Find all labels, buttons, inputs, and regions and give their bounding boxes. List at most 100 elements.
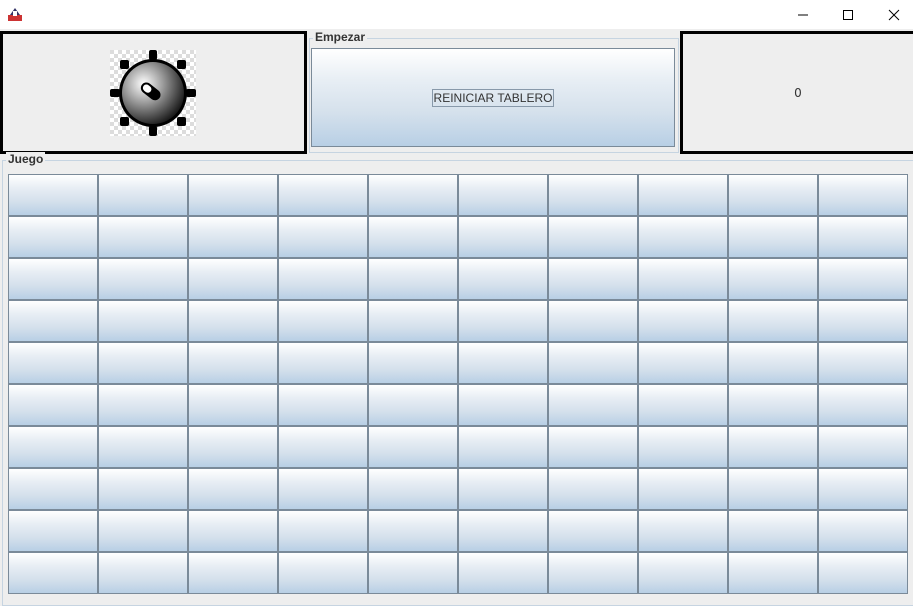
board-cell[interactable]: [188, 342, 278, 384]
board-cell[interactable]: [638, 342, 728, 384]
board-cell[interactable]: [368, 384, 458, 426]
board-cell[interactable]: [728, 384, 818, 426]
board-cell[interactable]: [548, 384, 638, 426]
board-cell[interactable]: [638, 510, 728, 552]
board-cell[interactable]: [98, 468, 188, 510]
reset-board-button[interactable]: REINICIAR TABLERO: [311, 48, 675, 147]
board-cell[interactable]: [188, 384, 278, 426]
board-cell[interactable]: [728, 426, 818, 468]
board-cell[interactable]: [98, 300, 188, 342]
board-cell[interactable]: [188, 300, 278, 342]
board-cell[interactable]: [8, 426, 98, 468]
board-cell[interactable]: [728, 342, 818, 384]
board-cell[interactable]: [638, 216, 728, 258]
board-cell[interactable]: [458, 174, 548, 216]
board-cell[interactable]: [818, 216, 908, 258]
board-cell[interactable]: [458, 426, 548, 468]
board-cell[interactable]: [548, 468, 638, 510]
board-cell[interactable]: [728, 468, 818, 510]
board-cell[interactable]: [8, 216, 98, 258]
board-cell[interactable]: [638, 426, 728, 468]
board-cell[interactable]: [818, 426, 908, 468]
board-cell[interactable]: [638, 384, 728, 426]
board-cell[interactable]: [458, 468, 548, 510]
board-cell[interactable]: [98, 216, 188, 258]
board-cell[interactable]: [458, 300, 548, 342]
board-cell[interactable]: [278, 426, 368, 468]
board-cell[interactable]: [548, 258, 638, 300]
board-cell[interactable]: [188, 552, 278, 594]
board-cell[interactable]: [278, 258, 368, 300]
board-cell[interactable]: [8, 468, 98, 510]
board-cell[interactable]: [458, 510, 548, 552]
board-cell[interactable]: [188, 426, 278, 468]
board-cell[interactable]: [818, 258, 908, 300]
board-cell[interactable]: [98, 510, 188, 552]
board-cell[interactable]: [188, 216, 278, 258]
board-cell[interactable]: [818, 552, 908, 594]
board-cell[interactable]: [278, 216, 368, 258]
board-cell[interactable]: [818, 510, 908, 552]
board-cell[interactable]: [368, 468, 458, 510]
board-cell[interactable]: [368, 552, 458, 594]
board-cell[interactable]: [818, 468, 908, 510]
board-cell[interactable]: [548, 552, 638, 594]
board-cell[interactable]: [638, 300, 728, 342]
board-cell[interactable]: [458, 216, 548, 258]
board-cell[interactable]: [458, 342, 548, 384]
board-cell[interactable]: [548, 300, 638, 342]
board-cell[interactable]: [728, 258, 818, 300]
board-cell[interactable]: [188, 174, 278, 216]
board-cell[interactable]: [98, 342, 188, 384]
board-cell[interactable]: [728, 552, 818, 594]
board-cell[interactable]: [98, 174, 188, 216]
board-cell[interactable]: [818, 174, 908, 216]
board-cell[interactable]: [548, 174, 638, 216]
board-cell[interactable]: [8, 174, 98, 216]
board-cell[interactable]: [368, 258, 458, 300]
board-cell[interactable]: [638, 258, 728, 300]
close-button[interactable]: [871, 0, 913, 29]
board-cell[interactable]: [728, 510, 818, 552]
board-cell[interactable]: [278, 300, 368, 342]
board-cell[interactable]: [728, 174, 818, 216]
board-cell[interactable]: [368, 300, 458, 342]
board-cell[interactable]: [98, 552, 188, 594]
board-cell[interactable]: [818, 384, 908, 426]
board-cell[interactable]: [638, 468, 728, 510]
board-cell[interactable]: [188, 258, 278, 300]
board-cell[interactable]: [8, 552, 98, 594]
board-cell[interactable]: [458, 552, 548, 594]
board-cell[interactable]: [8, 300, 98, 342]
board-cell[interactable]: [278, 384, 368, 426]
board-cell[interactable]: [98, 384, 188, 426]
board-cell[interactable]: [818, 342, 908, 384]
board-cell[interactable]: [278, 342, 368, 384]
board-cell[interactable]: [8, 258, 98, 300]
board-cell[interactable]: [728, 216, 818, 258]
board-cell[interactable]: [638, 552, 728, 594]
board-cell[interactable]: [368, 342, 458, 384]
minimize-button[interactable]: [780, 0, 826, 29]
board-cell[interactable]: [548, 216, 638, 258]
board-cell[interactable]: [278, 552, 368, 594]
board-cell[interactable]: [458, 258, 548, 300]
board-cell[interactable]: [368, 510, 458, 552]
board-cell[interactable]: [548, 342, 638, 384]
board-cell[interactable]: [458, 384, 548, 426]
board-cell[interactable]: [8, 510, 98, 552]
board-cell[interactable]: [728, 300, 818, 342]
maximize-button[interactable]: [825, 0, 871, 29]
board-cell[interactable]: [548, 426, 638, 468]
board-cell[interactable]: [278, 510, 368, 552]
board-cell[interactable]: [548, 510, 638, 552]
board-cell[interactable]: [368, 216, 458, 258]
board-cell[interactable]: [8, 384, 98, 426]
board-cell[interactable]: [98, 426, 188, 468]
board-cell[interactable]: [368, 174, 458, 216]
board-cell[interactable]: [818, 300, 908, 342]
board-cell[interactable]: [278, 174, 368, 216]
board-cell[interactable]: [638, 174, 728, 216]
board-cell[interactable]: [278, 468, 368, 510]
board-cell[interactable]: [98, 258, 188, 300]
